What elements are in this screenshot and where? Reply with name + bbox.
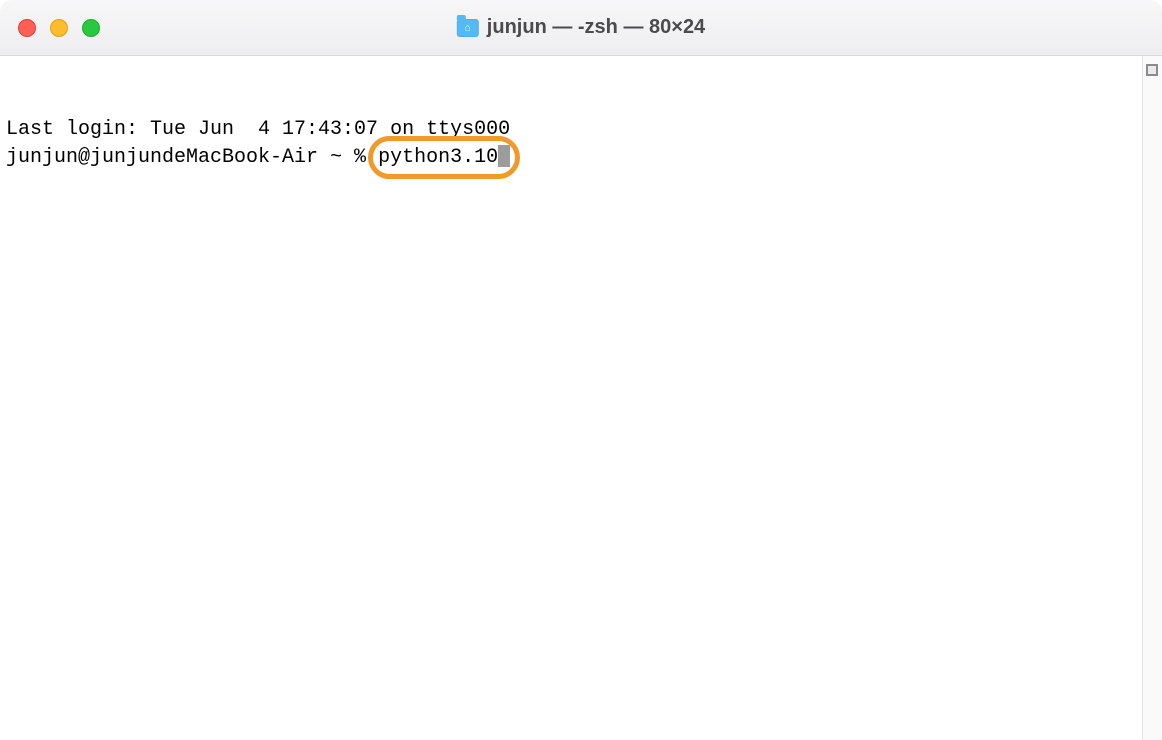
scroll-indicator[interactable]	[1144, 62, 1160, 78]
window-title: ⌂ junjun — -zsh — 80×24	[457, 16, 705, 39]
close-button[interactable]	[18, 19, 36, 37]
prompt-line: junjun@junjundeMacBook-Air ~ % python3.1…	[6, 144, 1156, 172]
scroll-indicator-icon	[1146, 64, 1158, 76]
last-login-line: Last login: Tue Jun 4 17:43:07 on ttys00…	[6, 116, 1156, 144]
scrollbar-track[interactable]	[1142, 56, 1162, 740]
window-title-text: junjun — -zsh — 80×24	[487, 16, 705, 39]
text-cursor	[498, 145, 510, 167]
titlebar[interactable]: ⌂ junjun — -zsh — 80×24	[0, 0, 1162, 56]
maximize-button[interactable]	[82, 19, 100, 37]
typed-command[interactable]: python3.10	[378, 146, 498, 169]
window-controls	[18, 19, 100, 37]
minimize-button[interactable]	[50, 19, 68, 37]
terminal-viewport[interactable]: Last login: Tue Jun 4 17:43:07 on ttys00…	[0, 56, 1162, 740]
shell-prompt: junjun@junjundeMacBook-Air ~ %	[6, 146, 378, 169]
terminal-window: ⌂ junjun — -zsh — 80×24 Last login: Tue …	[0, 0, 1162, 740]
folder-home-icon: ⌂	[457, 19, 479, 37]
